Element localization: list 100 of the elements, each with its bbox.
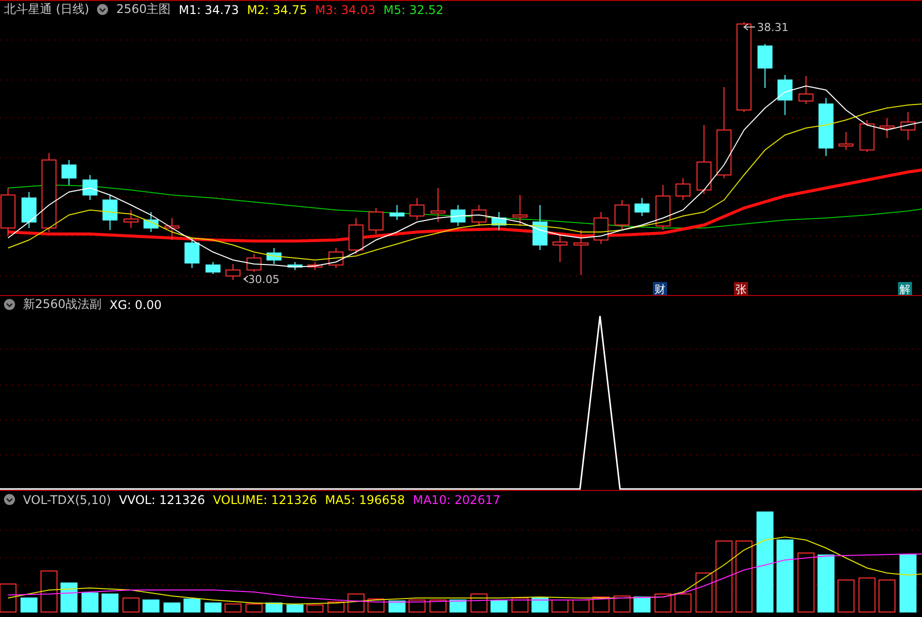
volume-bar	[512, 598, 528, 612]
candlestick	[206, 262, 220, 274]
volume-bar	[246, 604, 262, 612]
volume-bar	[838, 580, 854, 612]
price-label: 30.05	[248, 273, 280, 286]
candlestick	[860, 120, 874, 152]
volume-bar	[716, 540, 732, 612]
volume-bar	[142, 600, 160, 612]
volume-bar	[224, 604, 242, 612]
indicator-value: M3: 34.03	[315, 2, 376, 16]
candlestick	[102, 194, 118, 230]
volume-bar	[204, 602, 222, 612]
volume-bar	[614, 596, 630, 612]
candlestick	[798, 76, 814, 104]
candlestick	[430, 188, 446, 222]
price-marker	[243, 276, 248, 282]
candlestick	[512, 194, 528, 226]
candlestick	[144, 212, 158, 232]
volume-bar	[736, 540, 752, 612]
candlestick	[164, 218, 180, 240]
dropdown-icon[interactable]	[4, 494, 15, 505]
candlestick	[594, 212, 608, 244]
candlestick	[838, 132, 854, 150]
indicator-value: MA10: 202617	[412, 492, 500, 506]
indicator-value: M5: 32.52	[383, 2, 444, 16]
volume-bar	[532, 598, 548, 612]
candlestick	[758, 44, 772, 88]
volume-bar	[470, 594, 488, 612]
candlestick	[818, 98, 834, 156]
indicator-name[interactable]: 2560主图	[116, 1, 171, 18]
volume-bar	[696, 572, 712, 612]
candlestick	[328, 248, 344, 268]
volume-bar	[82, 592, 98, 612]
volume-bar	[634, 596, 650, 612]
candlestick	[266, 248, 282, 264]
volume-bar	[164, 602, 180, 612]
candlestick	[676, 178, 690, 200]
event-tag[interactable]: 张	[734, 282, 748, 295]
volume-bar	[552, 600, 568, 612]
indicator-name[interactable]: VOL-TDX(5,10)	[23, 492, 112, 506]
candlestick	[900, 112, 916, 140]
volume-bar	[306, 604, 324, 612]
volume-bar	[900, 554, 916, 612]
volume-bar	[40, 570, 58, 612]
indicator-value: M2: 34.75	[246, 2, 308, 16]
candlestick	[634, 198, 650, 216]
dropdown-icon[interactable]	[4, 299, 15, 310]
candlestick	[880, 118, 894, 138]
candlestick	[22, 192, 36, 228]
dropdown-icon[interactable]	[97, 4, 108, 15]
candlestick	[226, 264, 240, 280]
candlestick	[472, 204, 486, 226]
volume-bar	[878, 580, 896, 612]
price-marker	[743, 24, 756, 30]
indicator-value: MA5: 196658	[324, 492, 405, 506]
volume-bar	[430, 600, 446, 612]
candlestick	[574, 230, 588, 276]
volume-bar	[184, 598, 200, 612]
indicator-value: VOLUME: 121326	[213, 492, 317, 506]
candlestick	[614, 200, 630, 230]
price-label: 38.31	[757, 21, 788, 34]
volume-bar	[60, 582, 78, 612]
candlestick	[410, 198, 424, 220]
candlestick	[696, 124, 712, 194]
candlestick	[778, 74, 792, 116]
stock-title: 北斗星通 (日线)	[4, 1, 90, 18]
candlestick	[450, 204, 466, 226]
event-tag[interactable]: 财	[653, 282, 667, 295]
candlestick	[552, 234, 568, 262]
candlestick	[348, 218, 364, 254]
volume-bar	[388, 600, 406, 612]
volume-bar	[858, 578, 876, 612]
candlestick	[124, 210, 138, 228]
candlestick	[82, 174, 98, 200]
volume-bar	[798, 552, 814, 612]
candlestick	[532, 204, 548, 250]
candlestick	[656, 184, 670, 230]
volume-bar	[102, 594, 118, 612]
event-tag[interactable]: 解	[898, 282, 912, 295]
volume-bar	[122, 598, 140, 612]
volume-bar	[674, 594, 692, 612]
volume-bar	[348, 594, 364, 612]
candlestick	[62, 160, 76, 186]
indicator-name[interactable]: 新2560战法副	[23, 296, 102, 313]
indicator-value: M1: 34.73	[178, 2, 239, 16]
candlestick	[390, 204, 404, 220]
volume-bar	[408, 600, 426, 612]
candlestick	[368, 208, 384, 234]
volume-bar	[328, 602, 344, 612]
candlestick	[492, 212, 506, 230]
indicator-value: VVOL: 121326	[119, 492, 206, 506]
volume-bar	[490, 600, 508, 612]
candlestick	[184, 238, 200, 268]
volume-bar	[654, 594, 672, 612]
candlestick	[246, 254, 262, 272]
volume-bar	[20, 598, 38, 612]
volume-bar	[286, 604, 304, 612]
volume-bar	[818, 554, 834, 612]
volume-bar	[450, 600, 466, 612]
indicator-value: XG: 0.00	[110, 298, 162, 312]
